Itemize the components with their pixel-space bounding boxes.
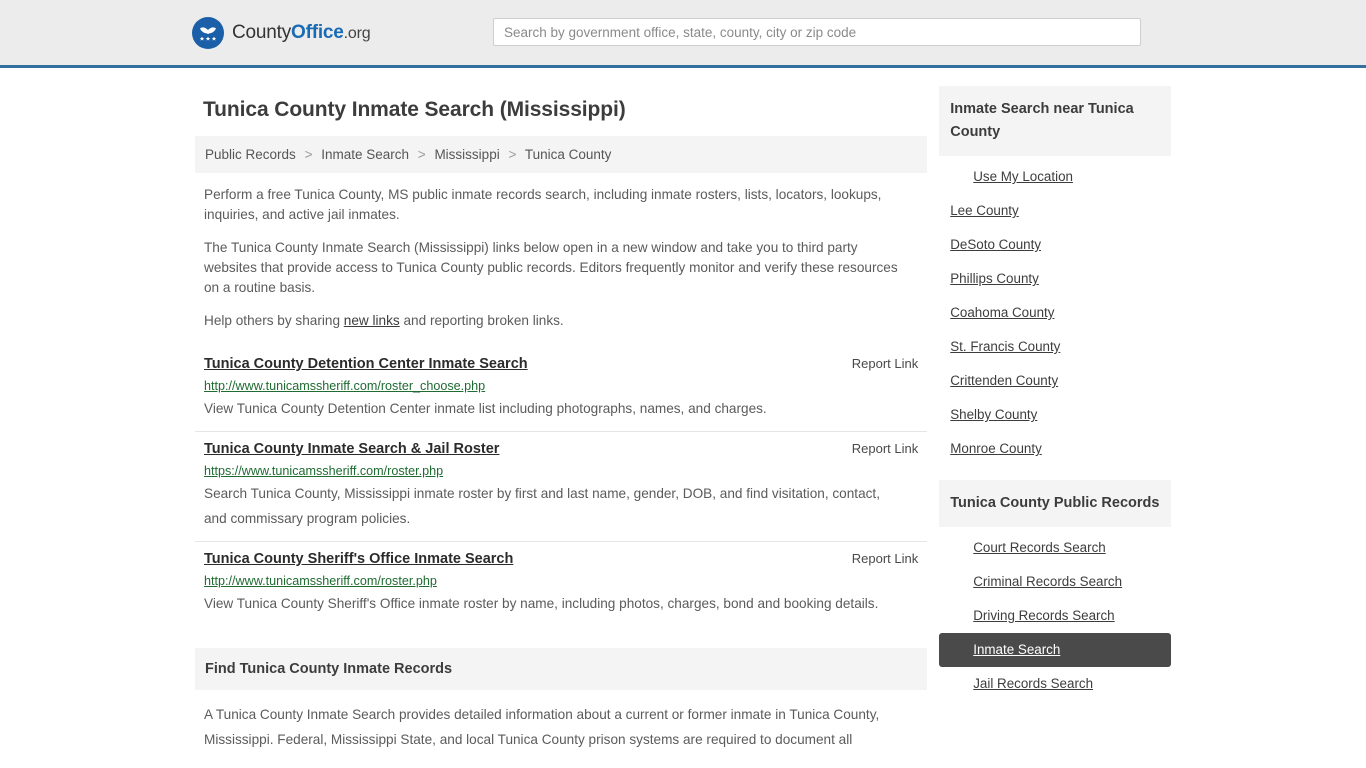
site-header: CountyOffice.org (0, 0, 1366, 68)
result-description: View Tunica County Sheriff's Office inma… (204, 596, 879, 611)
find-records-body: A Tunica County Inmate Search provides d… (195, 702, 927, 752)
sidebar-item-use-my-location[interactable]: Use My Location (939, 160, 1171, 194)
sidebar-item-shelby-county[interactable]: Shelby County (939, 398, 1171, 432)
county-office-eagle-logo-icon (192, 16, 224, 49)
sidebar-list-public-records: Court Records Search Criminal Records Se… (939, 527, 1171, 701)
intro-text: Perform a free Tunica County, MS public … (195, 185, 927, 331)
sidebar-item-court-records-search[interactable]: Court Records Search (939, 531, 1171, 565)
find-records-paragraph: A Tunica County Inmate Search provides d… (204, 707, 880, 747)
content-container: Tunica County Inmate Search (Mississippi… (195, 68, 1171, 752)
breadcrumb-separator: > (508, 147, 517, 162)
sidebar-item-coahoma-county[interactable]: Coahoma County (939, 296, 1171, 330)
page-title: Tunica County Inmate Search (Mississippi… (203, 98, 626, 121)
sidebar-item-criminal-records-search[interactable]: Criminal Records Search (939, 565, 1171, 599)
search-input[interactable] (493, 18, 1141, 46)
result-header: Tunica County Sheriff's Office Inmate Se… (204, 551, 918, 567)
page-body: Tunica County Inmate Search (Mississippi… (0, 68, 1366, 752)
sidebar-item-driving-records-search[interactable]: Driving Records Search (939, 599, 1171, 633)
sidebar-list-nearby: Use My Location Lee County DeSoto County… (939, 156, 1171, 466)
sidebar-item-crittenden-county[interactable]: Crittenden County (939, 364, 1171, 398)
report-link-button[interactable]: Report Link (852, 356, 918, 371)
brand-wordmark: CountyOffice.org (232, 21, 371, 44)
result-header: Tunica County Inmate Search & Jail Roste… (204, 441, 918, 457)
result-title-link[interactable]: Tunica County Inmate Search & Jail Roste… (204, 441, 499, 457)
result-description: Search Tunica County, Mississippi inmate… (204, 486, 880, 526)
brand-text-office: Office (291, 21, 344, 43)
search-bar[interactable] (493, 18, 1141, 46)
find-records-heading: Find Tunica County Inmate Records (195, 648, 928, 690)
sidebar-item-jail-records-search[interactable]: Jail Records Search (939, 667, 1171, 701)
breadcrumb-item-public-records[interactable]: Public Records (205, 147, 296, 162)
result-url[interactable]: http://www.tunicamssheriff.com/roster_ch… (204, 378, 918, 394)
sidebar-heading-nearby: Inmate Search near Tunica County (939, 86, 1171, 156)
site-logo[interactable]: CountyOffice.org (192, 16, 371, 49)
breadcrumb: Public Records > Inmate Search > Mississ… (195, 136, 928, 173)
sidebar-item-inmate-search[interactable]: Inmate Search (939, 633, 1171, 667)
intro-paragraph-1: Perform a free Tunica County, MS public … (204, 187, 882, 222)
report-link-button[interactable]: Report Link (852, 551, 918, 566)
new-links-link[interactable]: new links (344, 313, 400, 328)
sidebar: Inmate Search near Tunica County Use My … (939, 68, 1171, 752)
result-header: Tunica County Detention Center Inmate Se… (204, 356, 918, 372)
sidebar-item-phillips-county[interactable]: Phillips County (939, 262, 1171, 296)
breadcrumb-separator: > (417, 147, 426, 162)
sidebar-item-st-francis-county[interactable]: St. Francis County (939, 330, 1171, 364)
result-url[interactable]: https://www.tunicamssheriff.com/roster.p… (204, 463, 918, 479)
result-title-link[interactable]: Tunica County Sheriff's Office Inmate Se… (204, 551, 513, 567)
sidebar-item-desoto-county[interactable]: DeSoto County (939, 228, 1171, 262)
intro-p3-after: and reporting broken links. (399, 313, 564, 328)
breadcrumb-separator: > (304, 147, 313, 162)
result-item: Tunica County Detention Center Inmate Se… (195, 347, 927, 431)
result-list: Tunica County Detention Center Inmate Se… (195, 347, 928, 626)
breadcrumb-item-tunica-county[interactable]: Tunica County (525, 147, 612, 162)
sidebar-item-lee-county[interactable]: Lee County (939, 194, 1171, 228)
report-link-button[interactable]: Report Link (852, 441, 918, 456)
result-url[interactable]: http://www.tunicamssheriff.com/roster.ph… (204, 573, 918, 589)
result-item: Tunica County Sheriff's Office Inmate Se… (195, 541, 928, 626)
intro-p3-before: Help others by sharing (204, 313, 344, 328)
intro-paragraph-3: Help others by sharing new links and rep… (204, 311, 910, 331)
sidebar-card-public-records: Tunica County Public Records Court Recor… (939, 480, 1171, 701)
result-title-link[interactable]: Tunica County Detention Center Inmate Se… (204, 356, 528, 372)
result-item: Tunica County Inmate Search & Jail Roste… (195, 431, 928, 541)
breadcrumb-item-mississippi[interactable]: Mississippi (434, 147, 499, 162)
find-records-section: Find Tunica County Inmate Records A Tuni… (195, 648, 928, 752)
brand-text-county: County (232, 21, 292, 43)
main-column: Tunica County Inmate Search (Mississippi… (195, 68, 928, 752)
sidebar-item-monroe-county[interactable]: Monroe County (939, 432, 1171, 466)
brand-text-org: .org (343, 24, 371, 42)
intro-paragraph-2: The Tunica County Inmate Search (Mississ… (204, 240, 898, 295)
sidebar-heading-public-records: Tunica County Public Records (939, 480, 1171, 527)
sidebar-card-nearby: Inmate Search near Tunica County Use My … (939, 86, 1171, 466)
result-description: View Tunica County Detention Center inma… (204, 401, 767, 416)
breadcrumb-item-inmate-search[interactable]: Inmate Search (321, 147, 409, 162)
